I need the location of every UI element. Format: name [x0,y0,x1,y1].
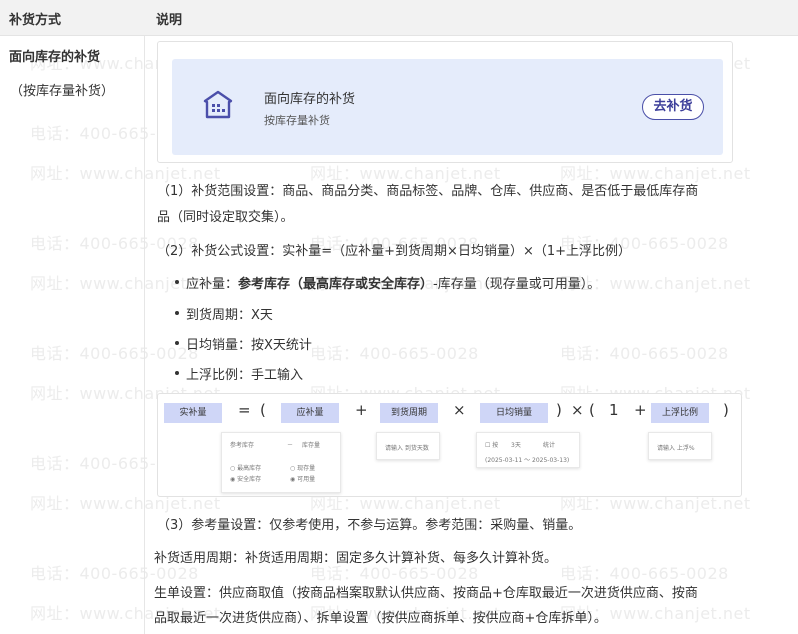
bullet-daily: 日均销量：按X天统计 [186,338,312,353]
formula-one: 1 [609,401,619,419]
daily-checkbox[interactable]: ☐ 按 [485,440,498,449]
radio-max-stock[interactable]: ○ 最高库存 [230,463,261,472]
para-order-2: 品取最近一次进货供应商）、拆单设置（按供应商拆单、按供应商+仓库拆单）。 [154,611,607,626]
formula-daily: 日均销量 [480,403,548,423]
para-formula: （2）补货公式设置：实补量=（应补量+到货周期×日均销量）×（1+上浮比例） [157,244,632,259]
period-input-panel[interactable]: 请输入 到货天数 [376,432,440,460]
formula-float: 上浮比例 [651,403,709,423]
para-range-2: 品（同时设定取交集）。 [157,210,294,225]
bullet-dot [175,341,179,345]
formula-lparen: ( [260,401,266,419]
go-replenish-button[interactable]: 去补货 [642,94,704,120]
formula-rparen: ) [556,401,562,419]
formula-figure: 实补量 = ( 应补量 + 到货周期 × 日均销量 ) × ( 1 + 上浮比例… [157,393,742,497]
float-input-hint: 请输入 上浮% [657,445,695,452]
bullet-dot [175,311,179,315]
reference-stock-panel: 参考库存 － 库存量 ○ 最高库存 ◉ 安全库存 ○ 现存量 ◉ 可用量 [221,432,341,493]
header-description: 说明 [156,13,183,28]
content-table: 补货方式 说明 面向库存的补货 （按库存量补货） 面向库存的补货 按库存量补货 … [0,0,798,634]
bullet-dot [175,371,179,375]
radio-current-stock-label: 现存量 [297,465,316,472]
panel-stock-label: 库存量 [302,442,321,449]
table-header: 补货方式 说明 [0,0,798,36]
daily-stat-label: 统计 [543,442,556,449]
radio-safe-stock[interactable]: ◉ 安全库存 [230,474,261,483]
radio-safe-stock-label: 安全库存 [237,476,262,483]
formula-actual: 实补量 [164,403,222,423]
bullet-float: 上浮比例：手工输入 [186,368,304,383]
panel-minus: － [287,442,294,449]
column-divider [144,36,145,634]
float-input-panel[interactable]: 请输入 上浮% [648,432,712,460]
bullet-should-prefix: 应补量： [186,277,239,292]
bullet-dot [175,280,179,284]
formula-should: 应补量 [281,403,339,423]
bullet-period: 到货周期：X天 [186,308,273,323]
formula-period: 到货周期 [380,403,438,423]
bullet-should-suffix: -库存量（现存量或可用量）。 [433,277,601,292]
para-cycle: 补货适用周期：补货适用周期：固定多久计算补货、每多久计算补货。 [154,551,558,566]
daily-date-range: (2025-03-11 ～ 2025-03-13) [485,457,570,464]
panel-ref-label: 参考库存 [230,442,255,449]
formula-eq: = [238,401,251,419]
card-title: 面向库存的补货 [264,92,356,107]
para-range-1: （1）补货范围设置：商品、商品分类、商品标签、品牌、仓库、供应商、是否低于最低库… [157,184,699,199]
formula-plus: + [355,401,368,419]
radio-max-stock-label: 最高库存 [237,465,262,472]
header-method: 补货方式 [9,13,62,28]
replenish-card: 面向库存的补货 按库存量补货 去补货 [172,59,723,155]
daily-checkbox-label: 按 [492,442,499,449]
card-subtitle: 按库存量补货 [264,114,330,127]
formula-times: × [453,401,466,419]
radio-available-stock[interactable]: ◉ 可用量 [290,474,315,483]
method-subtitle: （按库存量补货） [10,84,115,99]
warehouse-icon [203,90,233,119]
period-input-hint: 请输入 到货天数 [385,445,429,452]
bullet-should: 应补量：参考库存（最高库存或安全库存）-库存量（现存量或可用量）。 [186,273,600,292]
formula-plus2: + [634,401,647,419]
para-reference: （3）参考量设置：仅参考使用，不参与运算。参考范围：采购量、销量。 [157,518,582,533]
daily-sales-panel: ☐ 按 3天 统计 (2025-03-11 ～ 2025-03-13) [476,432,580,468]
para-order-1: 生单设置：供应商取值（按商品档案取默认供应商、按商品+仓库取最近一次进货供应商、… [154,586,698,601]
formula-times2: × [571,401,584,419]
bullet-should-bold: 参考库存（最高库存或安全库存） [238,277,434,292]
formula-lparen2: ( [589,401,595,419]
radio-current-stock[interactable]: ○ 现存量 [290,463,315,472]
radio-available-stock-label: 可用量 [297,476,316,483]
method-title: 面向库存的补货 [9,50,101,65]
daily-days-value: 3天 [511,442,521,449]
formula-rparen2: ) [723,401,729,419]
